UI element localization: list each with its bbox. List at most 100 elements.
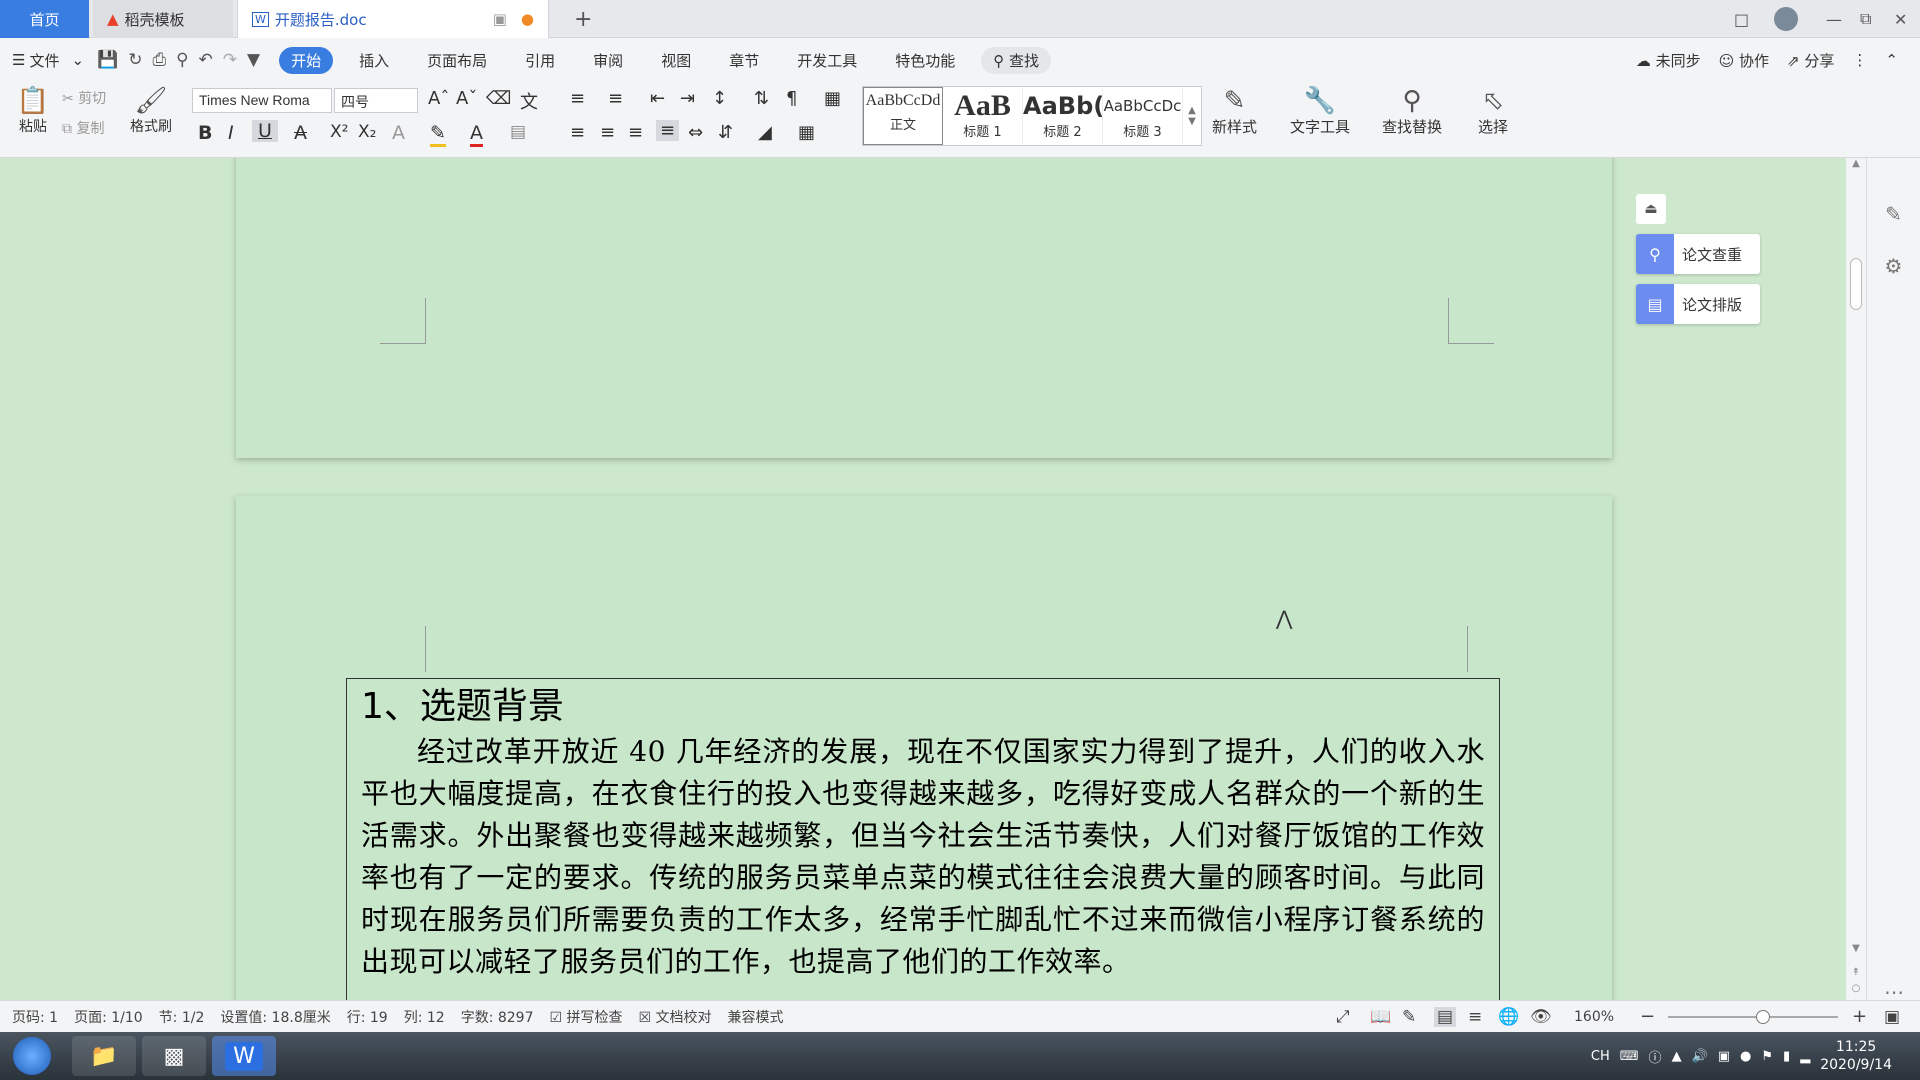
style-heading-3[interactable]: AaBbCcDc 标题 3 xyxy=(1103,87,1183,145)
keyboard-icon[interactable]: ⌨ xyxy=(1620,1049,1639,1064)
paper-layout-button[interactable]: ▤ 论文排版 xyxy=(1636,284,1760,324)
align-right-icon[interactable]: ≡ xyxy=(628,122,643,143)
distribute-icon[interactable]: ⇔ xyxy=(688,122,703,143)
taskbar-wps[interactable]: W xyxy=(212,1036,276,1076)
style-heading-1[interactable]: AaB 标题 1 xyxy=(943,87,1023,145)
paragraph-mark-icon[interactable]: ¶ xyxy=(786,88,797,109)
restore-icon[interactable]: ⧉ xyxy=(1860,0,1871,38)
chevron-down-icon[interactable]: ⌄ xyxy=(71,51,92,69)
undo-icon[interactable]: ↶ xyxy=(194,50,218,70)
battery-icon[interactable]: ▮ xyxy=(1783,1049,1790,1064)
align-left-icon[interactable]: ≡ xyxy=(570,122,585,143)
menu-tab-start[interactable]: 开始 xyxy=(279,46,334,74)
find-replace-button[interactable]: ⚲ 查找替换 xyxy=(1382,86,1442,137)
doc-proof-button[interactable]: ☒ 文档校对 xyxy=(639,1007,712,1027)
zoom-slider-track[interactable] xyxy=(1668,1016,1838,1018)
collapse-ribbon-icon[interactable]: ⌃ xyxy=(1885,51,1898,69)
share-button[interactable]: ⇗ 分享 xyxy=(1787,50,1834,71)
close-icon[interactable]: ✕ xyxy=(1894,0,1907,38)
fit-window-icon[interactable]: ▣ xyxy=(1884,1007,1900,1027)
fullscreen-icon[interactable]: ⤢ xyxy=(1336,1007,1350,1027)
cut-button[interactable]: ✂ 剪切 xyxy=(62,88,106,108)
signal-icon[interactable]: ▂ xyxy=(1800,1049,1810,1064)
scrollbar-thumb[interactable] xyxy=(1850,258,1862,310)
style-normal[interactable]: AaBbCcDd 正文 xyxy=(863,87,943,145)
search-button[interactable]: ⚲ 查找 xyxy=(981,46,1052,74)
char-border-icon[interactable]: ▤ xyxy=(510,122,526,142)
highlight-icon[interactable]: ✎ xyxy=(430,122,446,147)
vertical-scrollbar[interactable]: ▲ ▼ ↟ ○ ↡ xyxy=(1846,158,1866,1014)
sort-icon[interactable]: ⇅ xyxy=(754,88,769,109)
line-spacing-icon[interactable]: ⇵ xyxy=(718,122,733,143)
text-tools-button[interactable]: 🔧 文字工具 xyxy=(1290,86,1350,137)
document-canvas[interactable]: 1、选题背景 经过改革开放近 40 几年经济的发展，现在不仅国家实力得到了提升，… xyxy=(0,158,1846,1014)
increase-indent-icon[interactable]: ⇥ xyxy=(680,88,695,109)
zoom-in-icon[interactable]: + xyxy=(1852,1006,1867,1027)
input-lang[interactable]: CH xyxy=(1591,1049,1610,1064)
table-insert-icon[interactable]: ▦ xyxy=(824,88,841,109)
print-icon[interactable]: ⎙ xyxy=(147,50,171,70)
menu-tab-page-layout[interactable]: 页面布局 xyxy=(415,50,499,71)
superscript-icon[interactable]: X² xyxy=(330,122,348,142)
menu-tab-developer[interactable]: 开发工具 xyxy=(785,50,869,71)
menu-tab-chapter[interactable]: 章节 xyxy=(717,50,771,71)
shrink-font-icon[interactable]: Aˇ xyxy=(456,88,477,109)
align-justify-icon[interactable]: ≡ xyxy=(656,120,680,141)
text-box[interactable]: 1、选题背景 经过改革开放近 40 几年经济的发展，现在不仅国家实力得到了提升，… xyxy=(346,678,1500,1014)
grow-font-icon[interactable]: Aˆ xyxy=(428,88,449,109)
menu-tab-review[interactable]: 审阅 xyxy=(581,50,635,71)
select-button[interactable]: ⬁ 选择 xyxy=(1478,86,1508,137)
hamburger-icon[interactable]: ☰ xyxy=(0,51,29,69)
status-setting[interactable]: 设置值: 18.8厘米 xyxy=(220,1007,330,1027)
collaborate-button[interactable]: ☺ 协作 xyxy=(1719,50,1769,71)
app-tray-icon[interactable]: ▣ xyxy=(1718,1049,1730,1064)
help-icon[interactable]: ⓘ xyxy=(1649,1047,1662,1066)
menu-tab-insert[interactable]: 插入 xyxy=(347,50,401,71)
more-icon[interactable]: ⋮ xyxy=(1852,51,1867,69)
italic-icon[interactable]: I xyxy=(228,122,234,144)
copy-button[interactable]: ⧉ 复制 xyxy=(62,118,104,138)
shading-icon[interactable]: ◢ xyxy=(758,122,772,143)
borders-icon[interactable]: ▦ xyxy=(798,122,815,143)
new-style-button[interactable]: ✎ 新样式 xyxy=(1212,86,1257,137)
web-view-icon[interactable]: 🌐 xyxy=(1498,1007,1519,1027)
minimize-icon[interactable]: — xyxy=(1826,0,1842,38)
edit-mode-icon[interactable]: ✎ xyxy=(1402,1007,1416,1027)
paste-button[interactable]: 📋 粘贴 xyxy=(10,86,56,136)
flag-icon[interactable]: ⚑ xyxy=(1761,1049,1773,1064)
scroll-up-arrow-icon[interactable]: ▲ xyxy=(1846,158,1866,169)
status-col[interactable]: 列: 12 xyxy=(404,1007,445,1027)
strikethrough-icon[interactable]: A xyxy=(294,122,307,144)
select-browse-object-icon[interactable]: ○ xyxy=(1846,983,1866,994)
collapse-panel-icon[interactable]: ⏏ xyxy=(1636,194,1666,224)
status-words[interactable]: 字数: 8297 xyxy=(461,1007,534,1027)
style-gallery-scroll[interactable]: ▲ ▼ xyxy=(1183,87,1201,145)
bullet-list-icon[interactable]: ≡ xyxy=(570,88,585,109)
window-count-icon[interactable]: □ xyxy=(1734,0,1749,38)
outline-view-icon[interactable]: ≡ xyxy=(1468,1007,1482,1027)
numbered-list-icon[interactable]: ≡ xyxy=(608,88,623,109)
font-name-select[interactable]: Times New Roma xyxy=(192,88,332,113)
new-tab-button[interactable]: + xyxy=(560,0,606,38)
menu-tab-special[interactable]: 特色功能 xyxy=(883,50,967,71)
decrease-indent-icon[interactable]: ⇤ xyxy=(650,88,665,109)
phonetic-icon[interactable]: 文 xyxy=(520,88,538,114)
print-preview-icon[interactable]: ⚲ xyxy=(171,50,193,70)
paper-check-button[interactable]: ⚲ 论文查重 xyxy=(1636,234,1760,274)
adjust-icon[interactable]: ⚙ xyxy=(1867,254,1920,278)
pen-icon[interactable]: ✎ xyxy=(1867,202,1920,226)
status-page[interactable]: 页面: 1/10 xyxy=(74,1007,143,1027)
volume-icon[interactable]: 🔊 xyxy=(1692,1049,1708,1064)
customize-toolbar-icon[interactable]: ▼ xyxy=(242,50,265,70)
status-row[interactable]: 行: 19 xyxy=(347,1007,388,1027)
spell-check-toggle[interactable]: ☑ 拼写检查 xyxy=(550,1007,623,1027)
zoom-out-icon[interactable]: − xyxy=(1640,1006,1655,1027)
redo-icon[interactable]: ↷ xyxy=(218,50,242,70)
sync-button[interactable]: ☁ 未同步 xyxy=(1636,50,1701,71)
status-section[interactable]: 节: 1/2 xyxy=(159,1007,205,1027)
style-heading-2[interactable]: AaBb( 标题 2 xyxy=(1023,87,1103,145)
reading-mode-icon[interactable]: 📖 xyxy=(1370,1007,1391,1027)
page-view-icon[interactable]: ▤ xyxy=(1434,1006,1457,1027)
underline-icon[interactable]: U xyxy=(252,120,278,142)
zoom-level-select[interactable]: 160% xyxy=(1574,1009,1614,1025)
